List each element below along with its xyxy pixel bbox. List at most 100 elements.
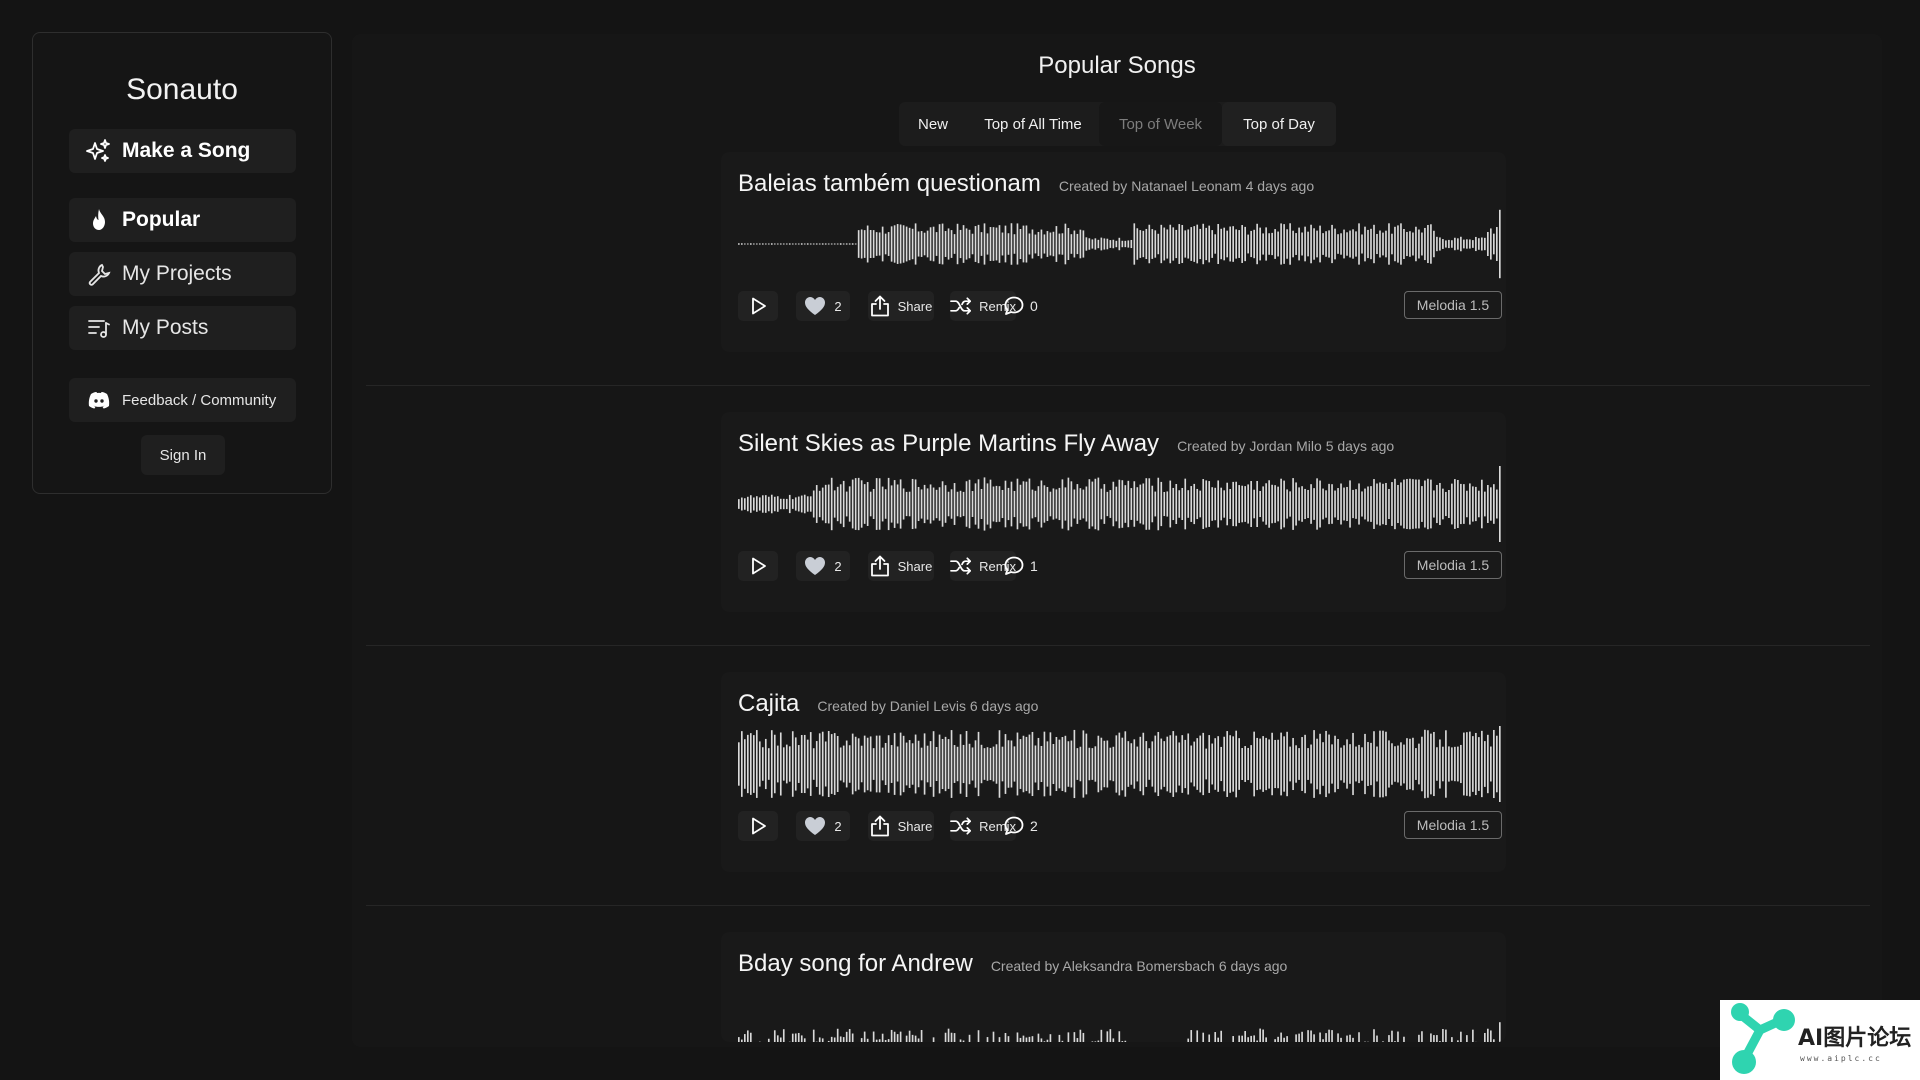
waveform-bar bbox=[1013, 234, 1016, 254]
waveform-bar bbox=[989, 479, 992, 529]
waveform-bar bbox=[1265, 227, 1267, 261]
song-title[interactable]: Cajita bbox=[738, 690, 799, 718]
waveform-bar bbox=[743, 498, 746, 510]
waveform-bar bbox=[1244, 486, 1246, 522]
page-title: Popular Songs bbox=[1038, 52, 1196, 79]
waveform-bar bbox=[1163, 491, 1166, 517]
waveform-bar bbox=[1298, 1033, 1300, 1042]
waveform-bar bbox=[1451, 483, 1453, 525]
waveform-bar bbox=[884, 233, 887, 255]
waveform-bar bbox=[905, 742, 908, 786]
waveform-bar bbox=[776, 745, 779, 783]
waveform-bar bbox=[1298, 748, 1300, 780]
tab-top-of-week[interactable]: Top of Week bbox=[1099, 102, 1222, 146]
brand-logo[interactable]: Sonauto bbox=[33, 71, 331, 109]
make-a-song-button[interactable]: Make a Song bbox=[69, 129, 296, 173]
waveform-bar bbox=[1337, 234, 1339, 254]
waveform-bar bbox=[1154, 230, 1157, 258]
popular-songs-panel: Popular Songs New Top of All Time Top of… bbox=[352, 34, 1882, 1047]
waveform-bar bbox=[1172, 487, 1175, 521]
waveform-bar bbox=[890, 226, 893, 262]
waveform-bar bbox=[1196, 1030, 1199, 1042]
waveform-bar bbox=[1124, 1040, 1127, 1042]
waveform-bar bbox=[1268, 233, 1270, 255]
feedback-community-button[interactable]: Feedback / Community bbox=[69, 378, 296, 422]
waveform-bar bbox=[884, 742, 887, 786]
waveform-bar bbox=[776, 496, 779, 512]
waveform[interactable] bbox=[738, 984, 1502, 1042]
waveform-bar bbox=[1400, 482, 1402, 526]
waveform-bar bbox=[1445, 1029, 1447, 1042]
play-button[interactable] bbox=[738, 291, 778, 321]
sidebar-item-popular[interactable]: Popular bbox=[69, 198, 296, 242]
waveform-bar bbox=[1121, 480, 1124, 528]
waveform-bar bbox=[1481, 730, 1483, 798]
song-meta: Created by Aleksandra Bomersbach 6 days … bbox=[990, 958, 1288, 974]
share-button[interactable]: Share bbox=[868, 811, 934, 841]
comments-button[interactable]: 0 bbox=[1004, 291, 1038, 321]
song-title[interactable]: Baleias também questionam bbox=[738, 170, 1041, 198]
waveform-bar bbox=[950, 489, 953, 519]
waveform-bar bbox=[854, 736, 857, 792]
waveform-bar bbox=[1310, 1030, 1312, 1042]
waveform-bar bbox=[875, 735, 878, 793]
waveform-bar bbox=[965, 731, 968, 797]
play-button[interactable] bbox=[738, 811, 778, 841]
waveform-bar bbox=[1238, 230, 1240, 258]
waveform-bar bbox=[1337, 739, 1339, 789]
waveform-bar bbox=[1346, 1035, 1348, 1042]
waveform-bar bbox=[1397, 484, 1399, 524]
waveform-bar bbox=[1235, 481, 1237, 527]
song-title[interactable]: Silent Skies as Purple Martins Fly Away bbox=[738, 430, 1159, 458]
comments-button[interactable]: 1 bbox=[1004, 551, 1038, 581]
waveform-bar bbox=[1004, 225, 1007, 263]
waveform-bar bbox=[1442, 746, 1444, 782]
share-button[interactable]: Share bbox=[868, 291, 934, 321]
waveform-bar bbox=[1217, 1037, 1220, 1042]
sidebar-item-my-posts[interactable]: My Posts bbox=[69, 306, 296, 350]
tab-new[interactable]: New bbox=[899, 102, 967, 146]
sidebar-item-my-projects[interactable]: My Projects bbox=[69, 252, 296, 296]
waveform-bar bbox=[1055, 226, 1058, 262]
comments-button[interactable]: 2 bbox=[1004, 811, 1038, 841]
waveform-bar bbox=[1103, 238, 1106, 250]
waveform-bar bbox=[1460, 236, 1462, 252]
waveform-bar bbox=[1082, 730, 1085, 798]
waveform-bar bbox=[1484, 1032, 1486, 1042]
waveform-bar bbox=[738, 742, 740, 786]
waveform-bar bbox=[875, 1039, 878, 1042]
waveform-bar bbox=[1202, 479, 1205, 529]
waveform-bar bbox=[1412, 737, 1414, 791]
waveform-bar bbox=[1361, 747, 1363, 781]
like-button[interactable]: 2 bbox=[796, 551, 850, 581]
like-button[interactable]: 2 bbox=[796, 811, 850, 841]
waveform-bar bbox=[1073, 230, 1076, 258]
share-button[interactable]: Share bbox=[868, 551, 934, 581]
waveform-bar bbox=[767, 748, 770, 780]
waveform-bar bbox=[1301, 232, 1303, 256]
song-title[interactable]: Bday song for Andrew bbox=[738, 950, 973, 978]
waveform-bar bbox=[1487, 231, 1489, 256]
waveform-bar bbox=[1016, 732, 1019, 796]
comment-icon bbox=[1004, 296, 1024, 315]
waveform-bar bbox=[1274, 739, 1276, 789]
like-button[interactable]: 2 bbox=[796, 291, 850, 321]
waveform-bar bbox=[836, 1028, 839, 1042]
waveform-bar bbox=[1049, 232, 1052, 256]
song-header: Baleias também questionam Created by Nat… bbox=[738, 170, 1314, 198]
waveform[interactable] bbox=[738, 204, 1502, 284]
waveform-bar bbox=[1436, 1035, 1438, 1042]
waveform-bar bbox=[1187, 229, 1190, 259]
waveform-bar bbox=[938, 734, 941, 794]
waveform-bar bbox=[1340, 747, 1342, 781]
waveform[interactable] bbox=[738, 724, 1502, 804]
tab-top-of-day[interactable]: Top of Day bbox=[1222, 102, 1336, 146]
waveform-bar bbox=[1019, 229, 1022, 260]
waveform-bar bbox=[1103, 484, 1106, 524]
sign-in-button[interactable]: Sign In bbox=[141, 435, 225, 475]
tab-top-of-all-time[interactable]: Top of All Time bbox=[967, 102, 1099, 146]
waveform-bar bbox=[866, 482, 869, 526]
play-button[interactable] bbox=[738, 551, 778, 581]
waveform[interactable] bbox=[738, 464, 1502, 544]
waveform-bar bbox=[818, 733, 821, 795]
